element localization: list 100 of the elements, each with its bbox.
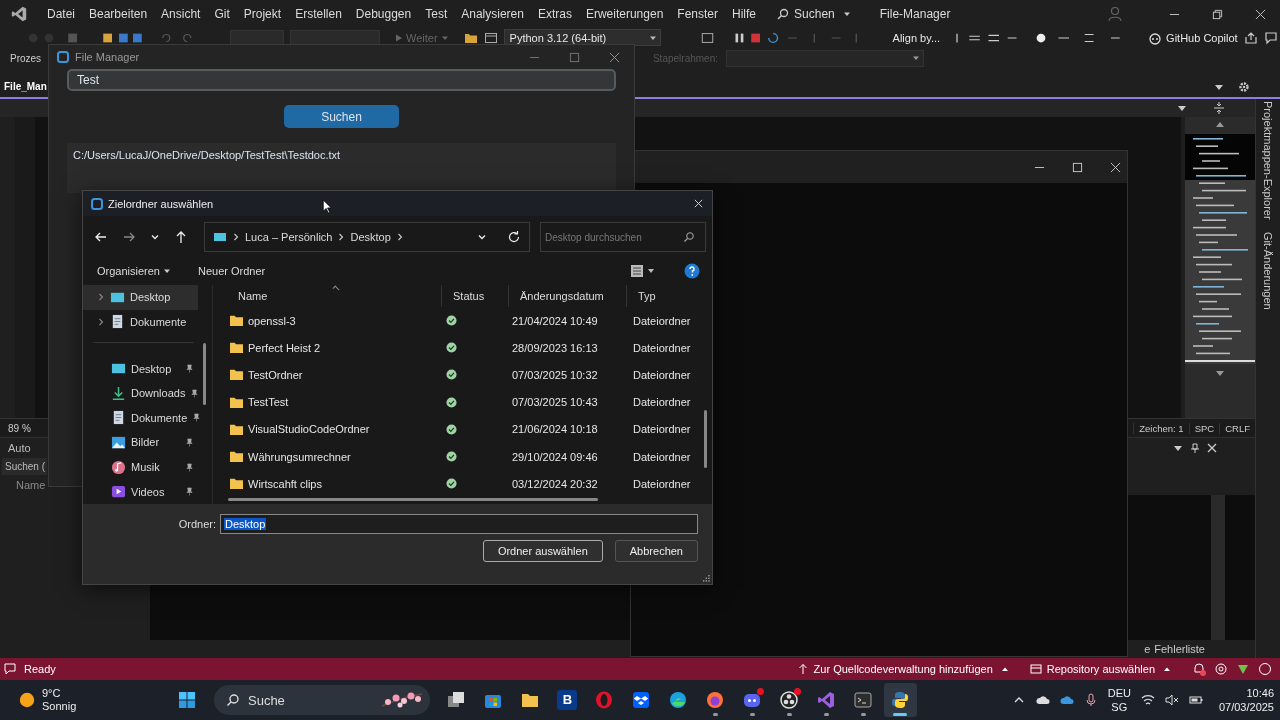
menu-item[interactable]: Projekt: [238, 7, 291, 21]
forward-icon[interactable]: [122, 230, 136, 244]
maximize-icon[interactable]: [1072, 161, 1083, 173]
pin-icon[interactable]: [185, 364, 194, 373]
clock[interactable]: 10:46 07/03/2025: [1218, 686, 1274, 714]
search-menu[interactable]: Suchen: [777, 7, 854, 21]
search-field[interactable]: Test: [67, 69, 616, 91]
scrollbar[interactable]: [704, 410, 707, 468]
panel-tab[interactable]: e: [1144, 643, 1151, 655]
chevron-right-icon[interactable]: [97, 317, 105, 326]
panel-tab[interactable]: Fehlerliste: [1154, 643, 1205, 655]
menu-item[interactable]: Test: [420, 7, 457, 21]
scrollbar[interactable]: [1211, 495, 1225, 640]
column-header[interactable]: Typ: [626, 285, 712, 307]
menu-item[interactable]: Analysieren: [456, 7, 533, 21]
folder-row[interactable]: Währungsumrechner 29/10/2024 09:46 Dateiordner: [215, 442, 712, 471]
source-control-button[interactable]: Zur Quellcodeverwaltung hinzufügen: [796, 663, 1012, 675]
feedback-icon[interactable]: [1263, 30, 1278, 45]
close-icon[interactable]: [1207, 443, 1217, 453]
github-copilot-button[interactable]: GitHub Copilot: [1148, 30, 1238, 45]
editor-status-item[interactable]: CRLF: [1219, 422, 1255, 434]
back-icon[interactable]: [94, 230, 108, 244]
panel-search-field[interactable]: Suchen (: [2, 458, 48, 475]
restore-icon[interactable]: [1212, 8, 1223, 20]
breadcrumb-item[interactable]: Desktop: [350, 231, 391, 243]
document-tab[interactable]: File_Man: [2, 76, 49, 97]
quick-access-item[interactable]: Bilder: [83, 430, 198, 455]
chevron-right-icon[interactable]: [97, 293, 105, 302]
folder-row[interactable]: Wirtscahft clips 03/12/2024 20:32 Dateiordner: [215, 470, 712, 498]
quick-access-item[interactable]: Desktop: [83, 356, 198, 381]
breadcrumb-item[interactable]: Luca – Persönlich: [245, 231, 333, 243]
dropdown-icon[interactable]: [1173, 443, 1183, 453]
pin-icon[interactable]: [1190, 443, 1200, 453]
pin-icon[interactable]: [185, 487, 194, 497]
pin-icon[interactable]: [190, 388, 200, 398]
new-folder-button[interactable]: Neuer Ordner: [198, 265, 266, 277]
python-environment-dropdown[interactable]: Python 3.12 (64-bit): [503, 29, 661, 46]
account-icon[interactable]: [1107, 6, 1123, 22]
share-icon[interactable]: [1243, 30, 1258, 45]
column-header[interactable]: Name: [215, 285, 441, 307]
folder-row[interactable]: TestOrdner 07/03/2025 10:32 Dateiordner: [215, 361, 712, 389]
cloud-icon[interactable]: [1035, 693, 1050, 707]
taskbar-button[interactable]: B: [551, 683, 584, 717]
close-icon[interactable]: [609, 51, 620, 63]
menu-item[interactable]: Fenster: [672, 7, 727, 21]
panel-dropdown[interactable]: Auto: [8, 442, 31, 454]
menu-item[interactable]: Erstellen: [290, 7, 351, 21]
quick-access-item[interactable]: Videos: [83, 479, 198, 504]
repository-button[interactable]: Repository auswählen: [1029, 663, 1174, 675]
menu-item[interactable]: Hilfe: [727, 7, 766, 21]
copilot-status-icon[interactable]: [1214, 662, 1228, 676]
folder-row[interactable]: Perfect Heist 2 28/09/2023 16:13 Dateiordner: [215, 334, 712, 362]
menu-item[interactable]: Git: [209, 7, 239, 21]
taskbar-search-field[interactable]: Suche: [214, 685, 430, 715]
scroll-down-icon[interactable]: [1215, 368, 1225, 378]
notification-icon[interactable]: [1192, 662, 1206, 676]
nav-tree-item[interactable]: Desktop: [83, 285, 198, 310]
side-tab[interactable]: Git-Änderungen: [1262, 231, 1274, 310]
search-field[interactable]: Desktop durchsuchen: [540, 222, 706, 252]
folder-row[interactable]: TestTest 07/03/2025 10:43 Dateiordner: [215, 388, 712, 416]
refresh-icon[interactable]: [507, 230, 521, 244]
help-icon[interactable]: [684, 263, 700, 279]
editor-status-item[interactable]: Zeichen: 1: [1133, 422, 1189, 434]
close-icon[interactable]: [1255, 8, 1266, 20]
menu-item[interactable]: Ansicht: [156, 7, 210, 21]
address-bar[interactable]: Luca – Persönlich Desktop: [204, 222, 530, 252]
battery-icon[interactable]: [1188, 693, 1203, 707]
taskbar-button[interactable]: [884, 683, 917, 717]
folder-row[interactable]: openssl-3 21/04/2024 10:49 Dateiordner: [215, 307, 712, 335]
chevron-down-icon[interactable]: [477, 232, 487, 242]
chevron-down-icon[interactable]: [150, 232, 160, 242]
split-icon[interactable]: [1213, 102, 1225, 114]
column-header[interactable]: Änderungsdatum: [508, 285, 626, 307]
circle-icon[interactable]: [1258, 662, 1272, 676]
dropdown-icon[interactable]: [1177, 103, 1187, 113]
menu-item[interactable]: Extras: [532, 7, 581, 21]
close-icon[interactable]: [1110, 161, 1121, 173]
search-button[interactable]: Suchen: [284, 105, 399, 128]
pin-icon[interactable]: [185, 462, 194, 472]
microphone-icon[interactable]: [1083, 693, 1098, 707]
comment-icon[interactable]: [4, 663, 16, 675]
column-header[interactable]: Status: [441, 285, 508, 307]
menu-item[interactable]: Bearbeiten: [84, 7, 157, 21]
volume-muted-icon[interactable]: [1164, 693, 1179, 707]
menu-item[interactable]: Datei: [42, 7, 84, 21]
cancel-button[interactable]: Abbrechen: [614, 540, 698, 562]
align-by-button[interactable]: Align by...: [892, 31, 941, 44]
wifi-icon[interactable]: [1140, 693, 1155, 707]
folder-row[interactable]: VisualStudioCodeOrdner 21/06/2024 10:18 Dateiordner: [215, 415, 712, 443]
side-tab[interactable]: Projektmappen-Explorer: [1262, 101, 1274, 220]
pin-icon[interactable]: [192, 413, 202, 423]
zoom-level[interactable]: 89 %: [0, 422, 39, 434]
window-icon[interactable]: [483, 30, 498, 45]
organize-menu[interactable]: Organisieren: [97, 265, 174, 277]
nav-tree-item[interactable]: Dokumente: [83, 309, 198, 335]
quick-access-item[interactable]: Downloads: [83, 380, 198, 406]
keyboard-language[interactable]: DEU SG: [1107, 686, 1131, 714]
settings-icon[interactable]: [1238, 80, 1250, 93]
select-folder-button[interactable]: Ordner auswählen: [482, 540, 603, 562]
quick-access-item[interactable]: Musik: [83, 454, 198, 480]
